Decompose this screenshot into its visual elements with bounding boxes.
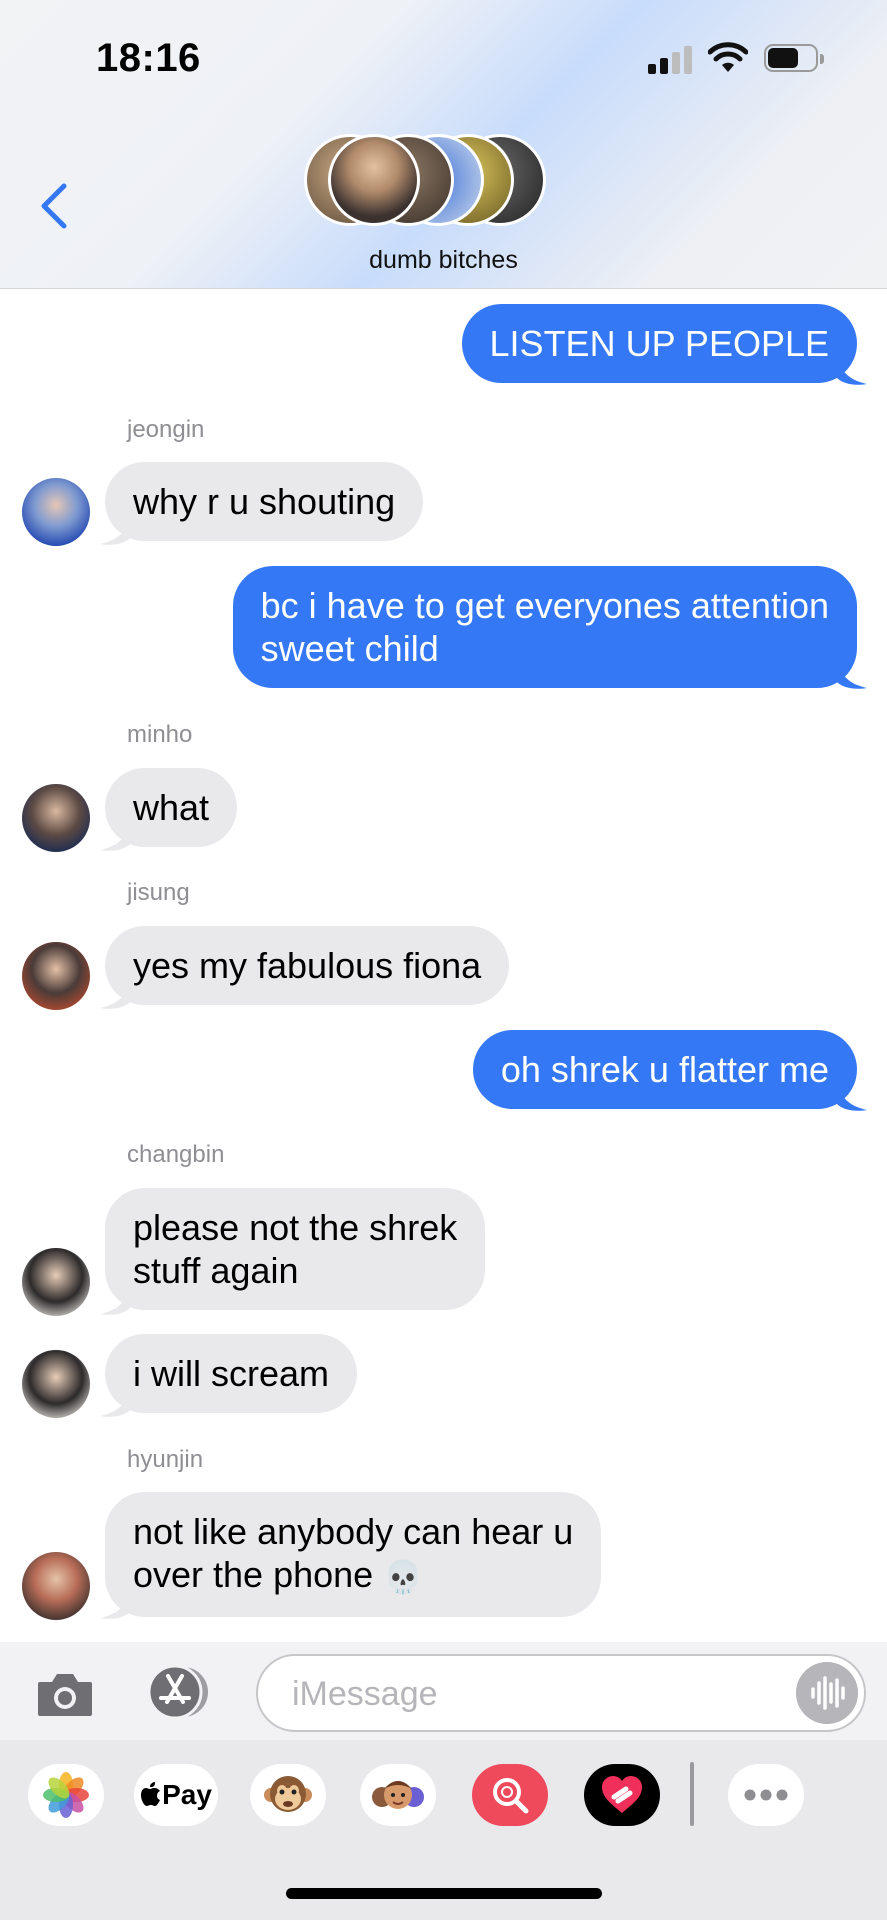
message-text-line: please not the shrek (133, 1207, 458, 1248)
status-time: 18:16 (96, 36, 201, 80)
image-search-icon (493, 1778, 529, 1814)
wifi-icon (708, 42, 748, 72)
sender-name: hyunjin (127, 1446, 204, 1473)
message-text-line: bc i have to get everyones attention (260, 585, 829, 626)
message-bubble-incoming[interactable]: yes my fabulous fiona (105, 926, 510, 1005)
bubble-tail (837, 356, 867, 385)
sender-name: minho (127, 721, 193, 748)
apple-pay-app[interactable]: Pay (134, 1764, 218, 1826)
skull-emoji: 💀 (383, 1558, 424, 1595)
message-bubble-outgoing[interactable]: LISTEN UP PEOPLE (461, 304, 857, 383)
message-bubble-incoming[interactable]: i will scream (105, 1334, 358, 1413)
audio-waveform-icon[interactable] (796, 1662, 858, 1724)
sender-name: jeongin (127, 416, 205, 443)
more-icon (744, 1789, 788, 1801)
message-text: oh shrek u flatter me (500, 1049, 829, 1090)
camera-icon[interactable] (36, 1670, 94, 1718)
group-avatar-main (328, 134, 420, 226)
group-name: dumb bitches (369, 246, 518, 274)
avatar[interactable] (22, 1350, 90, 1418)
drawer-divider (690, 1762, 694, 1826)
message-text-line: stuff again (133, 1250, 299, 1291)
sender-name: jisung (127, 879, 190, 906)
conversation-header: 18:16 dumb bitches (0, 0, 887, 289)
message-text: yes my fabulous fiona (133, 945, 482, 986)
bubble-tail (837, 1082, 867, 1111)
monkey-emoji-icon (264, 1776, 312, 1812)
signal-icon (648, 44, 694, 74)
avatar[interactable] (22, 1552, 90, 1620)
message-text-line: over the phone 💀 (133, 1553, 573, 1599)
message-bubble-incoming[interactable]: please not the shrek stuff again (105, 1188, 486, 1310)
back-chevron-icon[interactable] (34, 180, 74, 232)
avatar[interactable] (22, 784, 90, 852)
apple-pay-label: Pay (162, 1779, 212, 1810)
avatar[interactable] (22, 1248, 90, 1316)
sender-name: changbin (127, 1141, 225, 1168)
avatar[interactable] (22, 478, 90, 546)
compose-bar: iMessage (0, 1642, 887, 1740)
photos-app[interactable] (28, 1764, 104, 1826)
message-text-line: sweet child (260, 628, 439, 669)
memoji-icon (372, 1781, 424, 1809)
message-bubble-incoming[interactable]: why r u shouting (105, 462, 424, 541)
message-text: i will scream (133, 1353, 330, 1394)
apple-logo-icon (141, 1782, 161, 1806)
message-input-placeholder: iMessage (292, 1675, 438, 1713)
message-bubble-outgoing[interactable]: bc i have to get everyones attention swe… (232, 566, 857, 688)
message-text-line: not like anybody can hear u (133, 1511, 574, 1552)
more-apps-button[interactable] (728, 1764, 804, 1826)
message-text: over the phone (133, 1554, 374, 1595)
message-bubble-incoming[interactable]: not like anybody can hear u over the pho… (105, 1492, 602, 1617)
home-indicator[interactable] (286, 1888, 602, 1899)
digital-touch-icon (602, 1776, 642, 1813)
message-input[interactable]: iMessage (256, 1654, 866, 1732)
memoji-app[interactable] (360, 1764, 436, 1826)
message-bubble-outgoing[interactable]: oh shrek u flatter me (472, 1030, 857, 1109)
message-text: what (133, 787, 210, 828)
battery-icon (764, 44, 826, 74)
digital-touch-app[interactable] (584, 1764, 660, 1826)
message-bubble-incoming[interactable]: what (105, 768, 238, 847)
message-text: why r u shouting (133, 481, 396, 522)
message-text: LISTEN UP PEOPLE (489, 323, 829, 364)
bubble-tail (837, 660, 867, 689)
app-store-icon[interactable] (143, 1664, 213, 1720)
image-search-app[interactable] (472, 1764, 548, 1826)
group-avatars[interactable] (304, 134, 584, 230)
avatar[interactable] (22, 942, 90, 1010)
animoji-app[interactable] (250, 1764, 326, 1826)
photos-icon (43, 1772, 89, 1818)
